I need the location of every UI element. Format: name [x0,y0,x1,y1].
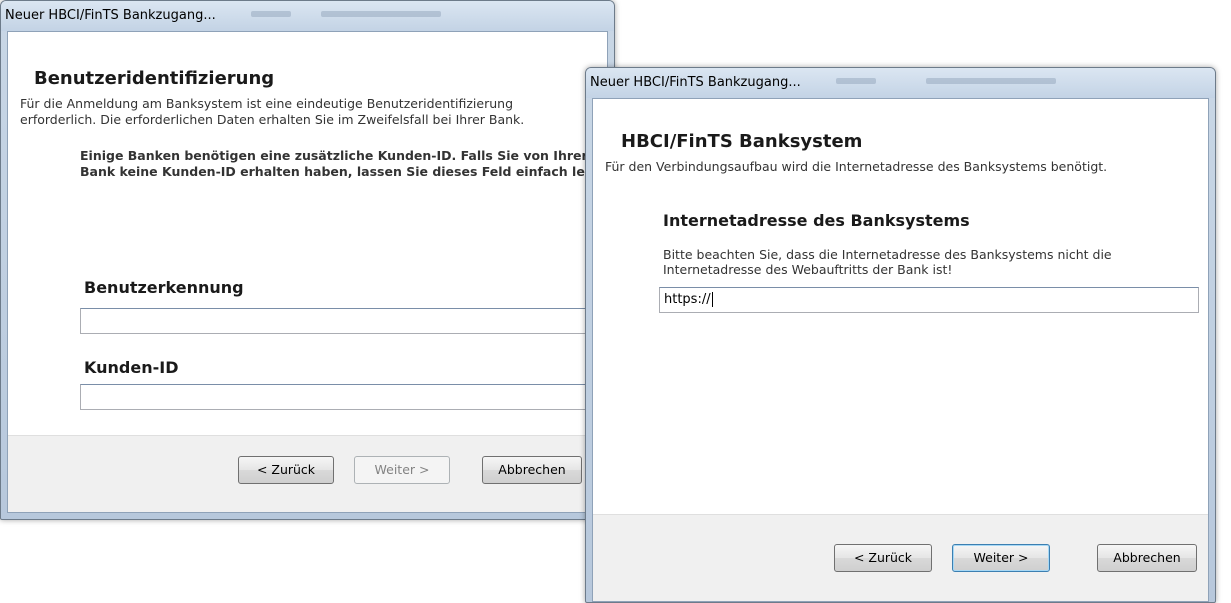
title-bar-decoration [836,78,876,84]
title-bar-right[interactable]: Neuer HBCI/FinTS Bankzugang... [586,68,1215,98]
dialog-content-right: HBCI/FinTS Banksystem Für den Verbindung… [592,98,1209,602]
description-line-1: Für die Anmeldung am Banksystem ist eine… [20,96,514,111]
url-section-label: Internetadresse des Banksystems [663,211,970,230]
title-bar-decoration [251,11,291,17]
page-heading-left: Benutzeridentifizierung [34,68,275,89]
description-right: Für den Verbindungsaufbau wird die Inter… [605,159,1108,174]
user-id-input[interactable] [80,308,610,334]
button-footer-left: < Zurück Weiter > Abbrechen [8,435,607,512]
title-bar-decoration [926,78,1056,84]
title-bar-decoration [321,11,441,17]
next-button-right[interactable]: Weiter > [952,544,1050,572]
customer-id-label: Kunden-ID [84,358,179,377]
back-button-left[interactable]: < Zurück [238,456,334,484]
page-heading-right: HBCI/FinTS Banksystem [621,131,863,152]
cancel-button-left[interactable]: Abbrechen [482,456,582,484]
dialog-window-left: Neuer HBCI/FinTS Bankzugang... Benutzeri… [0,0,615,520]
text-cursor [711,292,713,307]
window-title-left: Neuer HBCI/FinTS Bankzugang... [5,8,216,23]
title-bar-left[interactable]: Neuer HBCI/FinTS Bankzugang... [1,1,614,31]
back-button-right[interactable]: < Zurück [834,544,932,572]
note-line-1: Einige Banken benötigen eine zusätzliche… [80,148,588,163]
customer-id-input[interactable] [80,384,610,410]
description-line-2: erforderlich. Die erforderlichen Daten e… [20,112,525,127]
cancel-button-right[interactable]: Abbrechen [1097,544,1197,572]
next-button-left[interactable]: Weiter > [354,456,450,484]
bank-url-input[interactable]: https:// [659,287,1199,313]
hint-line-1: Bitte beachten Sie, dass die Internetadr… [663,247,1112,262]
hint-line-2: Internetadresse des Webauftritts der Ban… [663,262,953,277]
bank-url-value: https:// [664,292,711,307]
user-id-label: Benutzerkennung [84,278,244,297]
note-line-2: Bank keine Kunden-ID erhalten haben, las… [80,164,603,179]
dialog-window-right: Neuer HBCI/FinTS Bankzugang... HBCI/FinT… [585,67,1216,603]
dialog-content-left: Benutzeridentifizierung Für die Anmeldun… [7,31,610,513]
window-title-right: Neuer HBCI/FinTS Bankzugang... [590,75,801,90]
button-footer-right: < Zurück Weiter > Abbrechen [593,514,1208,601]
